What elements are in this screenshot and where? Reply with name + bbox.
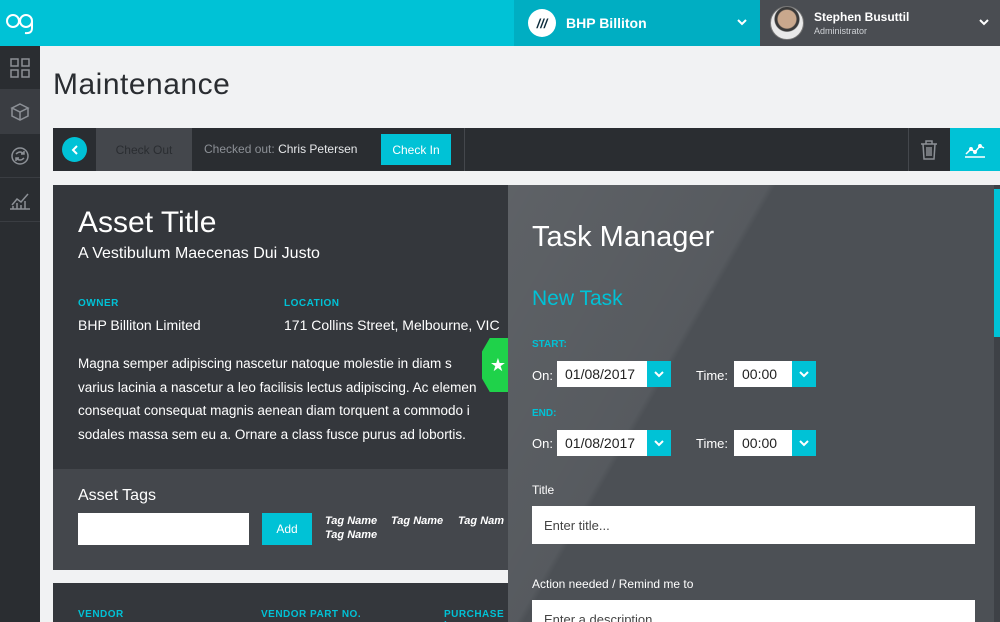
page-title: Maintenance xyxy=(53,68,231,101)
company-name: BHP Billiton xyxy=(566,15,647,31)
app-logo-icon xyxy=(6,14,33,35)
checked-out-prefix: Checked out: xyxy=(204,142,275,156)
company-logo: /// xyxy=(528,9,556,37)
refresh-cycle-icon xyxy=(11,146,29,165)
action-field-label: Action needed / Remind me to xyxy=(532,577,694,591)
start-label: START: xyxy=(532,339,567,350)
tag-chip[interactable]: Tag Name xyxy=(325,515,377,527)
chevron-down-icon xyxy=(737,19,747,26)
chevron-down-icon xyxy=(799,440,809,447)
end-label: END: xyxy=(532,408,557,419)
star-icon: ★ xyxy=(489,354,507,375)
start-time-label: Time: xyxy=(696,368,729,383)
task-description-input[interactable]: Enter a description... xyxy=(532,600,975,622)
description-line: varius lacinia a nascetur a leo facilisi… xyxy=(78,379,477,395)
top-bar: /// BHP Billiton Stephen Busuttil Admini… xyxy=(0,0,1000,46)
company-switcher[interactable]: /// BHP Billiton xyxy=(514,0,760,46)
chevron-down-icon xyxy=(654,440,664,447)
back-button[interactable] xyxy=(62,137,87,162)
line-chart-icon xyxy=(965,143,985,158)
sidebar-item-dashboard[interactable] xyxy=(0,46,40,90)
end-date-dropdown[interactable] xyxy=(647,430,671,456)
user-name: Stephen Busuttil xyxy=(814,10,910,24)
scrollbar-thumb[interactable] xyxy=(994,189,1000,337)
description-line: sodales massa sem eu a. Ornare a class f… xyxy=(78,426,466,442)
start-time-value: 00:00 xyxy=(742,366,778,382)
description-line: consequat consequat magnis aenean diam t… xyxy=(78,403,470,418)
checked-out-person: Chris Petersen xyxy=(278,142,358,156)
end-time-label: Time: xyxy=(696,436,729,451)
app-logo[interactable] xyxy=(0,0,40,46)
asset-tags-title: Asset Tags xyxy=(78,487,156,504)
check-in-button[interactable]: Check In xyxy=(381,134,451,165)
owner-label: OWNER xyxy=(78,298,119,309)
location-value: 171 Collins Street, Melbourne, VIC xyxy=(284,317,500,333)
title-field-label: Title xyxy=(532,483,555,497)
task-manager-title: Task Manager xyxy=(532,221,715,253)
add-tag-button[interactable]: Add xyxy=(262,513,312,545)
cube-icon xyxy=(10,102,30,121)
owner-value: BHP Billiton Limited xyxy=(78,317,201,333)
start-time-dropdown[interactable] xyxy=(792,361,816,387)
chevron-down-icon xyxy=(654,371,664,378)
asset-tags-panel: Asset Tags Add Tag Name Tag Name Tag Nam… xyxy=(53,469,508,570)
end-date-value: 01/08/2017 xyxy=(565,435,636,451)
end-time-picker[interactable]: 00:00 xyxy=(734,430,816,456)
start-time-picker[interactable]: 00:00 xyxy=(734,361,816,387)
sidebar-item-analytics[interactable] xyxy=(0,178,40,222)
checked-out-status: Checked out: Chris Petersen xyxy=(204,142,357,156)
asset-details-panel: Asset Title A Vestibulum Maecenas Dui Ju… xyxy=(53,185,508,469)
trash-icon xyxy=(921,139,937,160)
start-date-dropdown[interactable] xyxy=(647,361,671,387)
asset-description: Magna semper adipiscing nascetur natoque… xyxy=(78,352,508,446)
favorite-flag[interactable]: ★ xyxy=(482,338,508,392)
vendor-part-label: VENDOR PART NO. xyxy=(261,609,362,620)
location-label: LOCATION xyxy=(284,298,340,309)
delete-button[interactable] xyxy=(908,128,950,171)
avatar xyxy=(770,6,804,40)
scrollbar[interactable] xyxy=(994,185,1000,622)
task-title-input[interactable]: Enter title... xyxy=(532,506,975,544)
user-menu[interactable]: Stephen Busuttil Administrator xyxy=(760,0,1000,46)
dashboard-grid-icon xyxy=(10,57,30,78)
vendor-label: VENDOR xyxy=(78,609,124,620)
new-task-heading: New Task xyxy=(532,287,623,310)
start-date-value: 01/08/2017 xyxy=(565,366,636,382)
chevron-down-icon xyxy=(799,371,809,378)
analytics-chart-icon xyxy=(10,193,30,210)
chevron-left-icon xyxy=(71,144,78,155)
purchase-label: PURCHASE I xyxy=(444,609,505,622)
start-date-picker[interactable]: 01/08/2017 xyxy=(557,361,671,387)
toolbar-divider xyxy=(464,128,465,171)
task-manager-panel: Task Manager New Task START: On: 01/08/2… xyxy=(508,185,1000,622)
analytics-button[interactable] xyxy=(950,128,1000,171)
tag-input[interactable] xyxy=(78,513,249,545)
sidebar-item-assets[interactable] xyxy=(0,90,40,134)
vendor-panel: VENDOR VENDOR PART NO. PURCHASE I xyxy=(53,583,508,622)
start-on-label: On: xyxy=(532,368,553,383)
sidebar-item-sync[interactable] xyxy=(0,134,40,178)
description-line: Magna semper adipiscing nascetur natoque… xyxy=(78,356,452,371)
user-role: Administrator xyxy=(814,26,868,36)
sidebar xyxy=(0,46,40,622)
asset-subtitle: A Vestibulum Maecenas Dui Justo xyxy=(78,245,320,262)
asset-title: Asset Title xyxy=(78,206,217,239)
asset-toolbar: Check Out Checked out: Chris Petersen Ch… xyxy=(53,128,1000,171)
end-time-value: 00:00 xyxy=(742,435,778,451)
end-on-label: On: xyxy=(532,436,553,451)
tag-chip[interactable]: Tag Nam xyxy=(458,515,504,527)
end-date-picker[interactable]: 01/08/2017 xyxy=(557,430,671,456)
check-out-button[interactable]: Check Out xyxy=(96,128,192,171)
tag-chip[interactable]: Tag Name xyxy=(325,529,377,541)
end-time-dropdown[interactable] xyxy=(792,430,816,456)
chevron-down-icon xyxy=(979,19,989,26)
tag-chip[interactable]: Tag Name xyxy=(391,515,443,527)
